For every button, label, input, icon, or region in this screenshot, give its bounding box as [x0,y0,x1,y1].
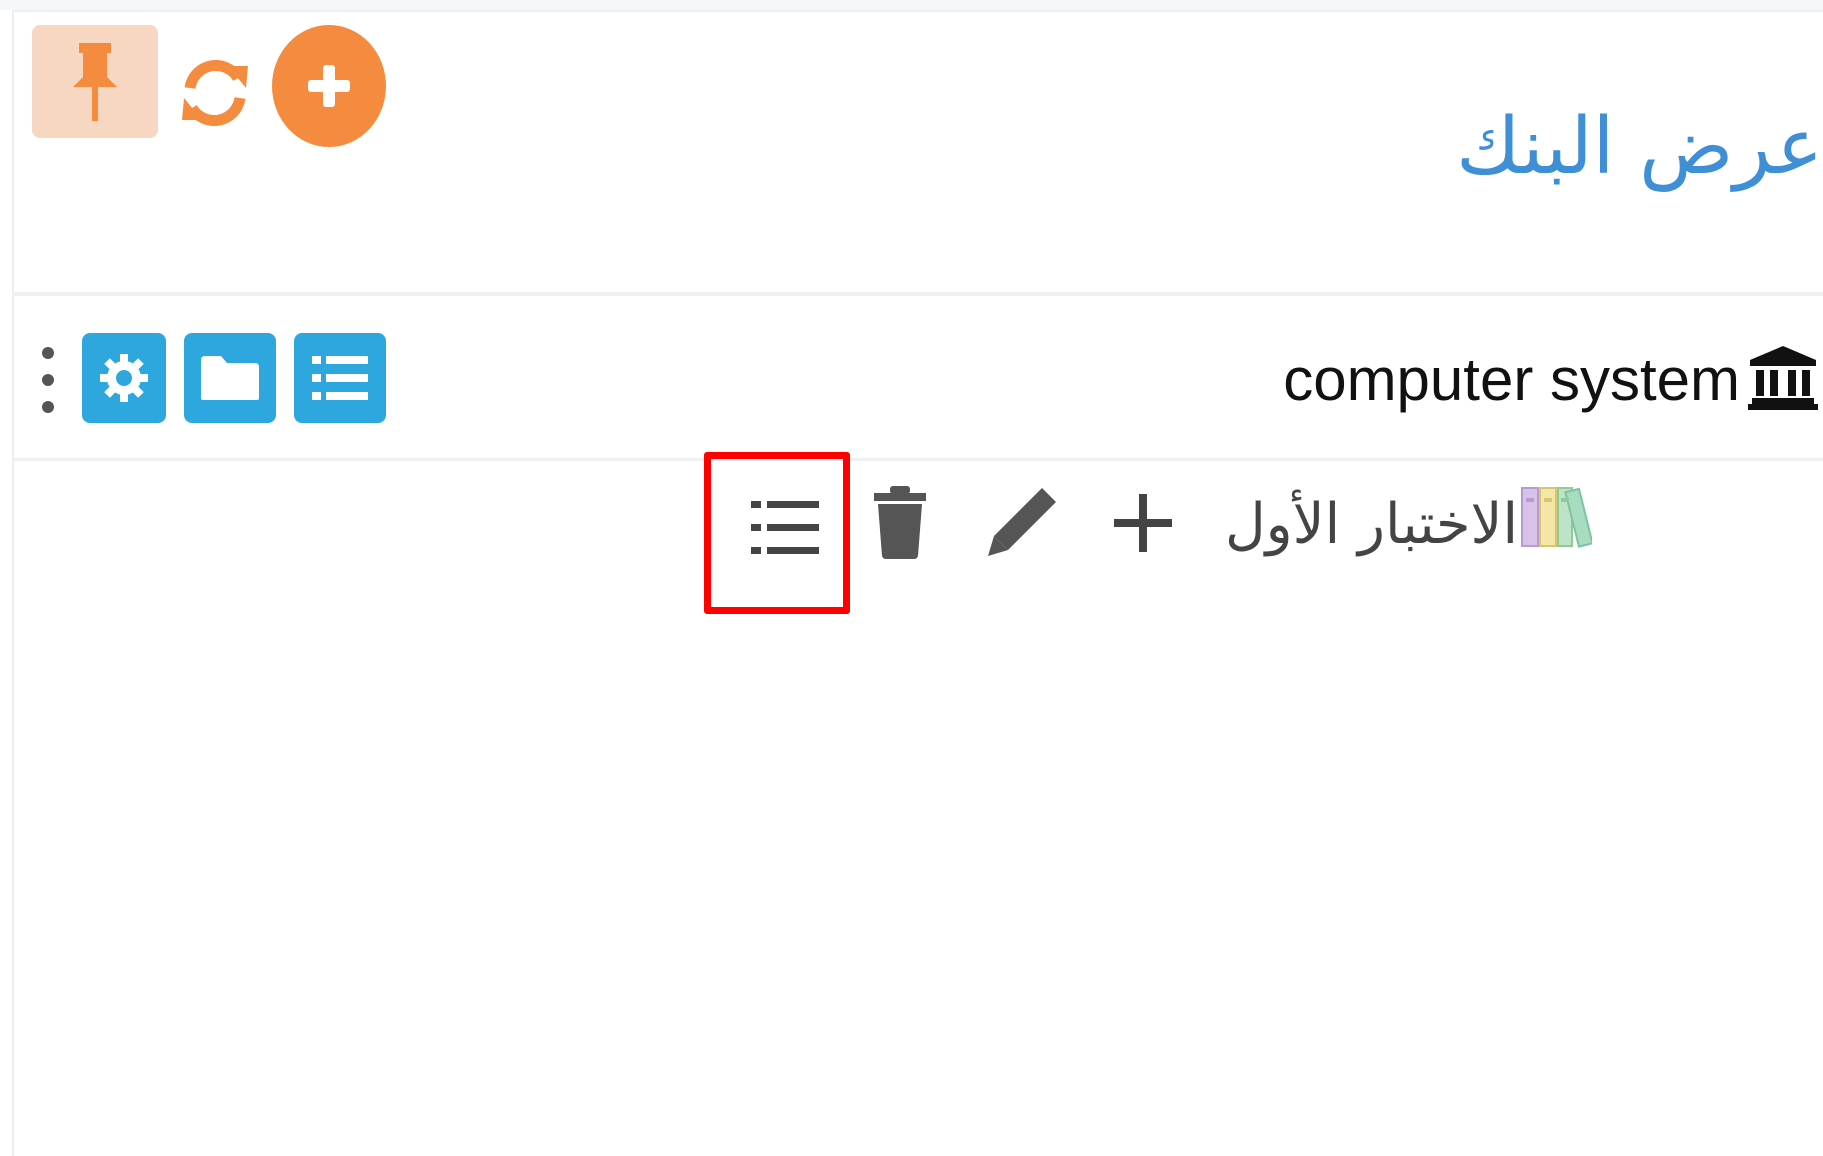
pencil-icon[interactable] [984,484,1060,560]
trash-icon[interactable] [872,484,928,560]
refresh-button[interactable] [178,52,252,132]
plus-circle-icon [308,65,350,107]
row-divider [12,458,1823,461]
kebab-menu[interactable] [40,345,56,415]
bank-name: computer system [1283,346,1740,413]
pin-button[interactable] [32,25,158,138]
bank-folder-button[interactable] [184,333,276,423]
folder-icon [201,356,259,400]
quiz-questions-list-button[interactable] [704,452,850,614]
header-divider [12,292,1823,296]
settings-icon [100,354,148,402]
bank-list-button[interactable] [294,333,386,423]
kebab-icon [42,347,54,413]
pin-icon [73,42,117,121]
books-icon [1521,487,1592,548]
add-button[interactable] [272,25,386,147]
list-icon [751,501,819,554]
refresh-icon [182,60,248,126]
list-icon [312,356,368,400]
plus-icon[interactable] [1112,492,1174,554]
top-edge [0,0,1823,10]
quiz-title[interactable]: الاختبار الأول [1180,480,1518,570]
bank-settings-button[interactable] [82,333,166,423]
bank-icon [1748,346,1818,410]
page-title: عرض البنك [1456,102,1823,192]
